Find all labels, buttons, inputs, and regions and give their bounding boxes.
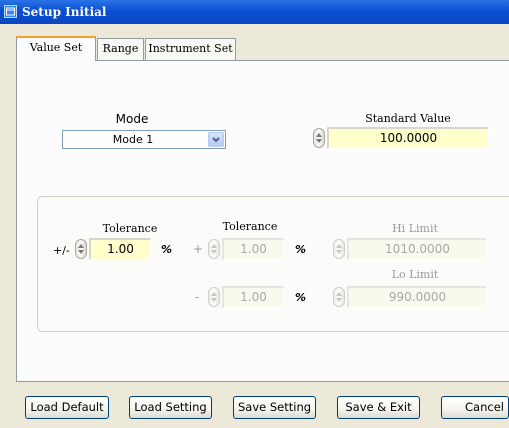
save-exit-button[interactable]: Save & Exit	[337, 396, 420, 419]
hi-limit-spinner[interactable]	[333, 239, 345, 259]
standard-value-spinner[interactable]	[313, 128, 325, 148]
hi-limit-field[interactable]: 1010.0000	[347, 238, 487, 260]
tolerance-plus-spinner[interactable]	[208, 239, 220, 259]
tab-value-set[interactable]: Value Set	[16, 36, 96, 61]
standard-value-label: Standard Value	[365, 112, 451, 125]
plus-minus-prefix: +/-	[53, 244, 70, 257]
hi-limit-label: Hi Limit	[392, 222, 438, 235]
tolerance-plus-field[interactable]: 1.00	[222, 238, 284, 260]
mode-label: Mode	[115, 112, 149, 126]
chevron-down-icon[interactable]	[208, 132, 224, 147]
lo-limit-label: Lo Limit	[391, 268, 439, 281]
save-setting-button[interactable]: Save Setting	[233, 396, 316, 419]
tolerance-minus-spinner[interactable]	[208, 287, 220, 307]
tolerance-asym-label: Tolerance	[222, 220, 278, 233]
tolerance-sym-spinner[interactable]	[75, 239, 87, 259]
tolerance-plus-prefix: +	[193, 242, 204, 256]
cancel-button[interactable]: Cancel	[441, 396, 509, 419]
mode-select[interactable]: Mode 1	[62, 130, 226, 149]
app-icon[interactable]	[4, 5, 17, 18]
tolerance-group	[37, 196, 509, 332]
tolerance-sym-label: Tolerance	[102, 222, 158, 235]
tolerance-sym-field[interactable]: 1.00	[89, 238, 151, 260]
window-title: Setup Initial	[22, 5, 107, 19]
tolerance-minus-unit: %	[295, 291, 307, 304]
load-default-button[interactable]: Load Default	[25, 396, 109, 419]
title-bar[interactable]: Setup Initial	[0, 0, 509, 24]
standard-value-field[interactable]: 100.0000	[327, 127, 489, 149]
tolerance-plus-unit: %	[295, 243, 307, 256]
load-setting-button[interactable]: Load Setting	[129, 396, 212, 419]
tolerance-sym-unit: %	[161, 243, 173, 256]
tolerance-minus-field[interactable]: 1.00	[222, 286, 284, 308]
lo-limit-field[interactable]: 990.0000	[347, 286, 487, 308]
tab-range[interactable]: Range	[97, 38, 144, 60]
lo-limit-spinner[interactable]	[333, 287, 345, 307]
tolerance-minus-prefix: -	[195, 290, 200, 304]
mode-selected-value: Mode 1	[112, 133, 154, 146]
tab-instrument-set[interactable]: Instrument Set	[145, 38, 236, 60]
